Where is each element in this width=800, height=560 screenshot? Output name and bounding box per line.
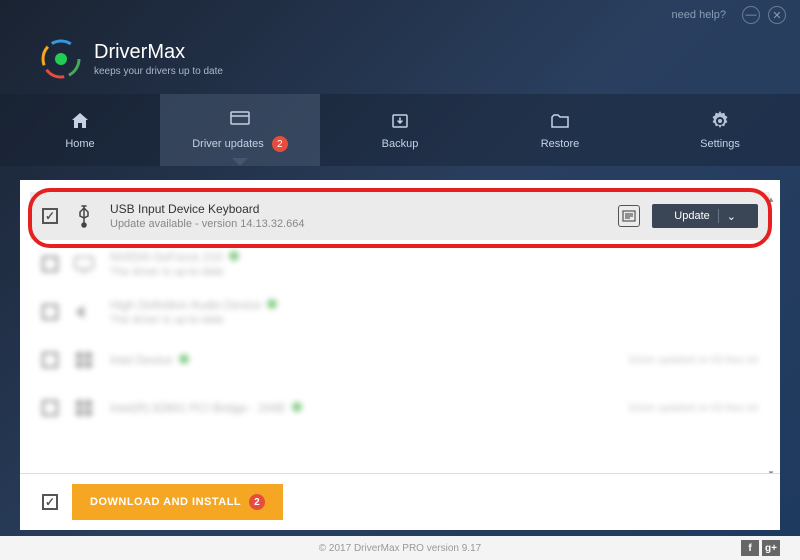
update-button-label: Update xyxy=(674,210,709,222)
chevron-down-icon: ⌄ xyxy=(727,210,736,223)
download-install-button[interactable]: DOWNLOAD AND INSTALL 2 xyxy=(72,484,283,520)
help-link[interactable]: need help? xyxy=(672,9,726,21)
app-title: DriverMax xyxy=(94,41,223,64)
driver-status: The driver is up-to-date xyxy=(110,266,758,278)
driver-row-featured[interactable]: USB Input Device Keyboard Update availab… xyxy=(30,192,770,240)
driver-name: Intel Device xyxy=(110,353,617,367)
driver-status: Update available - version 14.13.32.664 xyxy=(110,218,606,230)
driver-list: USB Input Device Keyboard Update availab… xyxy=(20,180,780,476)
audio-icon xyxy=(70,298,98,326)
updates-icon xyxy=(229,108,251,130)
install-button-label: DOWNLOAD AND INSTALL xyxy=(90,496,241,508)
tab-backup[interactable]: Backup xyxy=(320,94,480,166)
update-button[interactable]: Update ⌄ xyxy=(652,204,758,228)
driver-meta: Driver updated on 03-Nov-16 xyxy=(629,355,758,366)
driver-row[interactable]: Intel(R) 82801 PCI Bridge - 244E Driver … xyxy=(30,384,770,432)
driver-name: USB Input Device Keyboard xyxy=(110,202,606,216)
status-dot-icon xyxy=(292,402,302,412)
driver-name: NVIDIA GeForce 210 xyxy=(110,250,758,264)
driver-meta: Driver updated on 03-Nov-16 xyxy=(629,403,758,414)
driver-row[interactable]: Intel Device Driver updated on 03-Nov-16 xyxy=(30,336,770,384)
divider xyxy=(718,209,719,223)
home-icon xyxy=(69,110,91,132)
driver-checkbox[interactable] xyxy=(42,352,58,368)
select-all-checkbox[interactable] xyxy=(42,494,58,510)
driver-checkbox[interactable] xyxy=(42,256,58,272)
driver-checkbox[interactable] xyxy=(42,304,58,320)
tab-settings[interactable]: Settings xyxy=(640,94,800,166)
minimize-button[interactable]: — xyxy=(742,6,760,24)
driver-row[interactable]: NVIDIA GeForce 210 The driver is up-to-d… xyxy=(30,240,770,288)
scrollbar[interactable]: ▴ ▾ xyxy=(764,192,778,480)
windows-icon xyxy=(70,394,98,422)
driver-checkbox[interactable] xyxy=(42,400,58,416)
driver-name: Intel(R) 82801 PCI Bridge - 244E xyxy=(110,401,617,415)
driver-info-button[interactable] xyxy=(618,205,640,227)
gear-icon xyxy=(709,110,731,132)
driver-checkbox[interactable] xyxy=(42,208,58,224)
status-dot-icon xyxy=(267,299,277,309)
app-header: DriverMax keeps your drivers up to date xyxy=(0,30,800,94)
footer: © 2017 DriverMax PRO version 9.17 f g+ xyxy=(0,536,800,560)
restore-icon xyxy=(549,110,571,132)
bottom-action-bar: DOWNLOAD AND INSTALL 2 xyxy=(20,473,780,530)
tab-home[interactable]: Home xyxy=(0,94,160,166)
backup-icon xyxy=(389,110,411,132)
close-button[interactable]: ✕ xyxy=(768,6,786,24)
status-dot-icon xyxy=(179,354,189,364)
driver-name: High Definition Audio Device xyxy=(110,298,758,312)
updates-count-badge: 2 xyxy=(272,136,288,152)
install-count-badge: 2 xyxy=(249,494,265,510)
tab-restore[interactable]: Restore xyxy=(480,94,640,166)
tab-label: Driver updates xyxy=(192,138,264,150)
tab-label: Settings xyxy=(700,138,740,150)
main-tabs: Home Driver updates 2 Backup Restore Set… xyxy=(0,94,800,166)
app-logo-icon xyxy=(40,38,82,80)
facebook-icon[interactable]: f xyxy=(741,540,759,556)
status-dot-icon xyxy=(229,251,239,261)
copyright-text: © 2017 DriverMax PRO version 9.17 xyxy=(319,543,481,554)
tab-driver-updates[interactable]: Driver updates 2 xyxy=(160,94,320,166)
tab-label: Restore xyxy=(541,138,580,150)
googleplus-icon[interactable]: g+ xyxy=(762,540,780,556)
driver-row[interactable]: High Definition Audio Device The driver … xyxy=(30,288,770,336)
scroll-up-icon[interactable]: ▴ xyxy=(764,192,778,206)
tab-label: Home xyxy=(65,138,94,150)
windows-icon xyxy=(70,346,98,374)
monitor-icon xyxy=(70,250,98,278)
usb-icon xyxy=(70,202,98,230)
driver-status: The driver is up-to-date xyxy=(110,314,758,326)
tab-label: Backup xyxy=(382,138,419,150)
app-tagline: keeps your drivers up to date xyxy=(94,66,223,77)
content-panel: USB Input Device Keyboard Update availab… xyxy=(20,180,780,530)
